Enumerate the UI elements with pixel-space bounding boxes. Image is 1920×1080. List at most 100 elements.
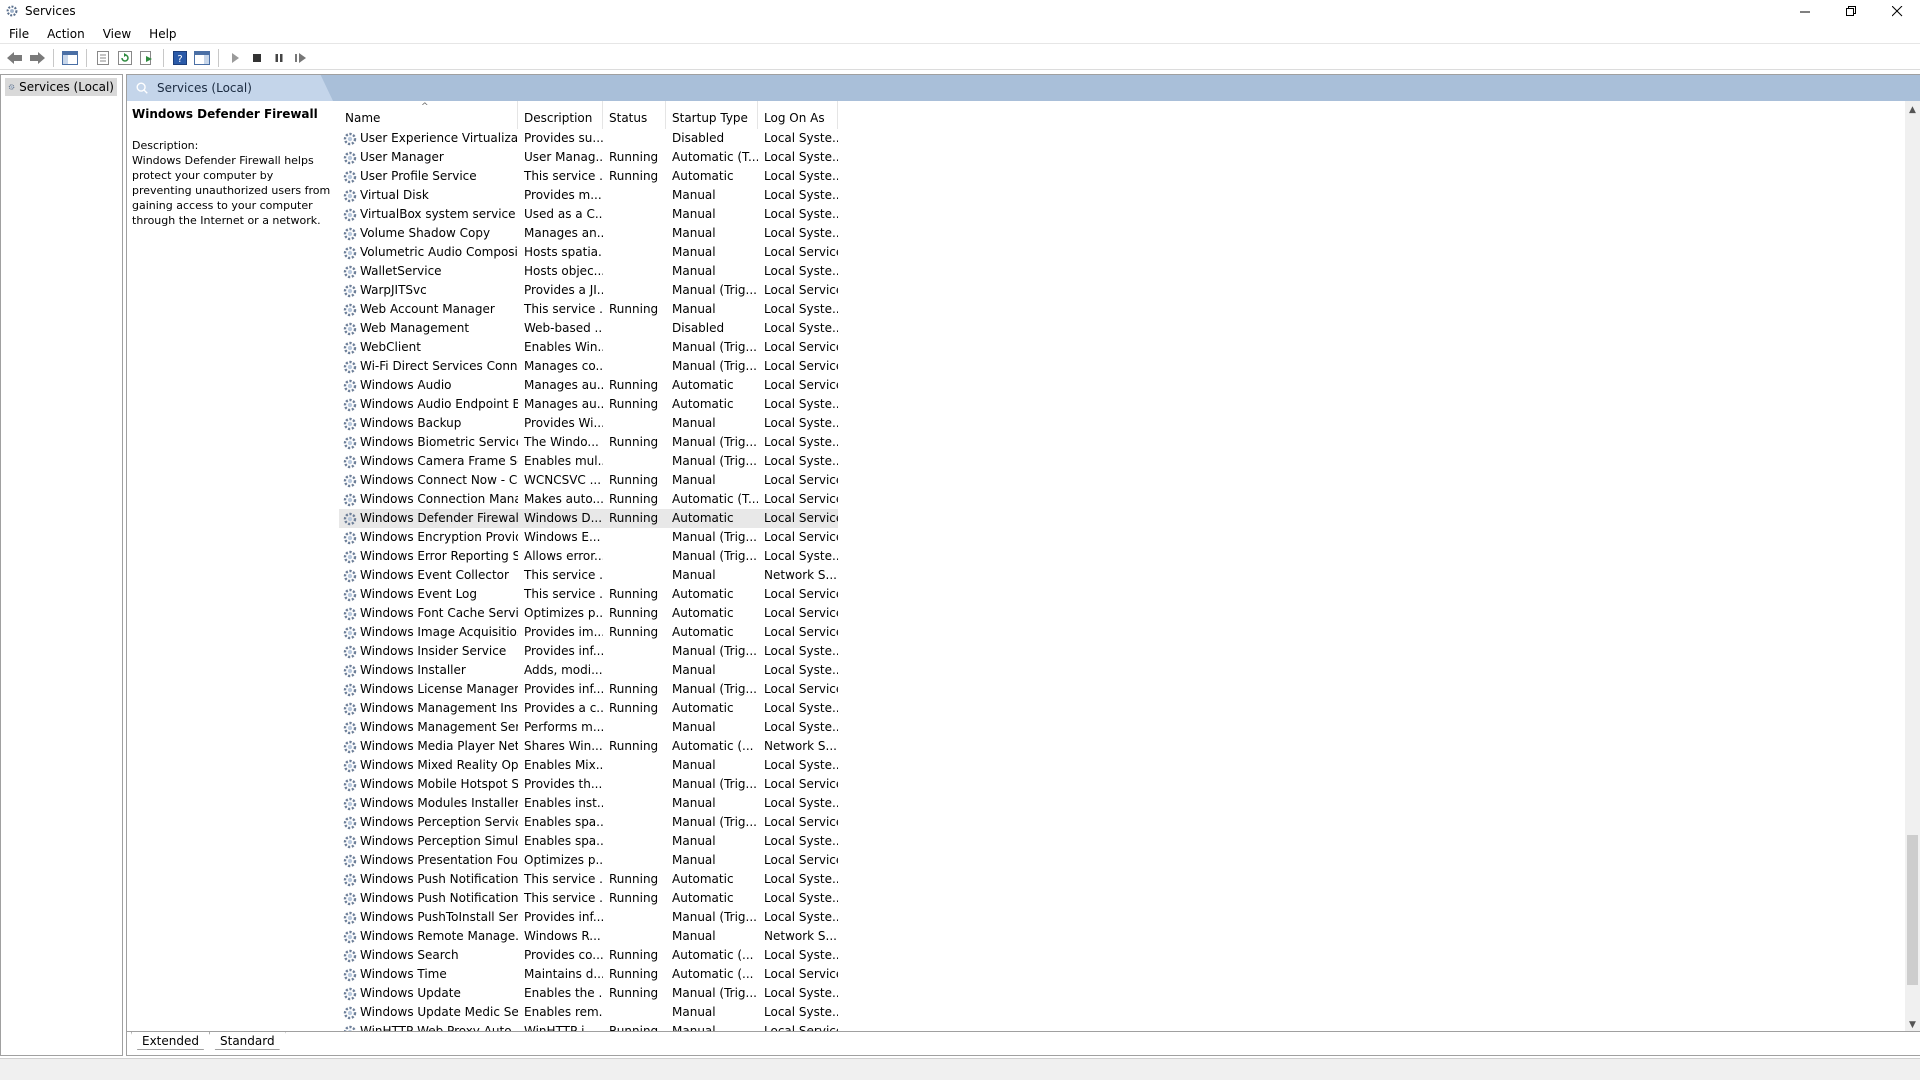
table-row[interactable]: Windows Update Medic Ser... Enables rem..… — [339, 1003, 838, 1022]
table-row[interactable]: Windows Image Acquisitio... Provides im..… — [339, 623, 838, 642]
close-button[interactable] — [1874, 0, 1920, 22]
table-row[interactable]: Web Account Manager This service ... Runni… — [339, 300, 838, 319]
table-row[interactable]: Wi-Fi Direct Services Conne... Manages co… — [339, 357, 838, 376]
forward-button[interactable] — [26, 47, 48, 69]
services-list[interactable]: Name ^ Description Status Startup Type L… — [339, 101, 1906, 1033]
table-row[interactable]: Windows Audio Endpoint B... Manages au...… — [339, 395, 838, 414]
service-description: Enables spa... — [524, 834, 603, 848]
table-row[interactable]: Windows Remote Manage... Windows R... Manu… — [339, 927, 838, 946]
restart-service-button[interactable] — [290, 47, 312, 69]
column-header-name[interactable]: Name ^ — [339, 101, 518, 129]
service-log-on-as: Network S... — [764, 568, 837, 582]
restore-button[interactable] — [1828, 0, 1874, 22]
menu-action[interactable]: Action — [38, 24, 94, 44]
show-hide-console-tree-button[interactable] — [59, 47, 81, 69]
column-header-log-on-as[interactable]: Log On As — [758, 101, 838, 129]
stop-service-button[interactable] — [246, 47, 268, 69]
panel-title: Services (Local) — [157, 81, 252, 95]
export-list-button[interactable] — [136, 47, 158, 69]
table-row[interactable]: Windows Update Enables the ... Running Manu… — [339, 984, 838, 1003]
service-name: Windows Audio Endpoint B... — [360, 397, 518, 411]
service-log-on-as: Local Service — [764, 777, 838, 791]
column-header-description[interactable]: Description — [518, 101, 603, 129]
table-row[interactable]: Windows Media Player Net... Shares Win...… — [339, 737, 838, 756]
table-row[interactable]: Windows Error Reporting Se... Allows erro… — [339, 547, 838, 566]
table-row[interactable]: User Profile Service This service ... Runn… — [339, 167, 838, 186]
table-row[interactable]: Windows Defender Firewall Windows D... Run… — [339, 509, 838, 528]
tab-standard[interactable]: Standard — [209, 1032, 286, 1050]
table-row[interactable]: Windows Perception Service Enables spa...… — [339, 813, 838, 832]
table-row[interactable]: Windows Event Collector This service ... M… — [339, 566, 838, 585]
help-button[interactable]: ? — [169, 47, 191, 69]
show-action-pane-button[interactable] — [191, 47, 213, 69]
table-row[interactable]: User Experience Virtualizati... Provides … — [339, 129, 838, 148]
pause-service-button[interactable] — [268, 47, 290, 69]
table-row[interactable]: Windows Camera Frame Se... Enables mul...… — [339, 452, 838, 471]
table-row[interactable]: Windows Time Maintains d... Running Automat… — [339, 965, 838, 984]
service-status: Running — [609, 739, 659, 753]
menu-view[interactable]: View — [94, 24, 140, 44]
table-row[interactable]: Windows Backup Provides Wi... Manual Local … — [339, 414, 838, 433]
table-row[interactable]: Windows Encryption Provid... Windows E...… — [339, 528, 838, 547]
table-row[interactable]: Windows Management Ser... Performs m... Ma… — [339, 718, 838, 737]
service-description: Shares Win... — [524, 739, 603, 753]
table-row[interactable]: Windows Audio Manages au... Running Automat… — [339, 376, 838, 395]
table-row[interactable]: Windows Search Provides co... Running Autom… — [339, 946, 838, 965]
table-row[interactable]: Windows Modules Installer Enables inst...… — [339, 794, 838, 813]
table-row[interactable]: Windows Management Inst... Provides a c..… — [339, 699, 838, 718]
table-row[interactable]: Windows Push Notification... This service… — [339, 870, 838, 889]
vertical-scrollbar[interactable]: ▲ ▼ — [1905, 101, 1920, 1033]
table-row[interactable]: Windows Perception Simul... Enables spa..… — [339, 832, 838, 851]
service-gear-icon — [343, 1006, 357, 1019]
table-row[interactable]: WebClient Enables Win... Manual (Trig... Lo… — [339, 338, 838, 357]
table-row[interactable]: User Manager User Manag... Running Automati… — [339, 148, 838, 167]
description-text: Windows Defender Firewall helps protect … — [132, 154, 331, 227]
service-name: Windows Biometric Service — [360, 435, 518, 449]
table-row[interactable]: Windows Connection Mana... Makes auto... R… — [339, 490, 838, 509]
table-row[interactable]: Windows Event Log This service ... Running… — [339, 585, 838, 604]
scroll-thumb[interactable] — [1907, 835, 1918, 985]
tab-extended[interactable]: Extended — [131, 1032, 210, 1050]
table-row[interactable]: WalletService Hosts objec... Manual Local S… — [339, 262, 838, 281]
table-row[interactable]: WarpJITSvc Provides a JI... Manual (Trig..… — [339, 281, 838, 300]
minimize-button[interactable] — [1782, 0, 1828, 22]
table-row[interactable]: VirtualBox system service Used as a C... M… — [339, 205, 838, 224]
service-status — [603, 813, 666, 832]
start-service-button[interactable] — [224, 47, 246, 69]
column-header-label: Description — [524, 111, 593, 125]
service-gear-icon — [343, 835, 357, 848]
table-row[interactable]: Web Management Web-based ... Disabled Local… — [339, 319, 838, 338]
table-row[interactable]: Windows Font Cache Service Optimizes p...… — [339, 604, 838, 623]
service-log-on-as: Local Syste... — [764, 910, 838, 924]
column-header-status[interactable]: Status — [603, 101, 666, 129]
table-row[interactable]: Windows Push Notification... This service… — [339, 889, 838, 908]
table-row[interactable]: Windows Connect Now - C... WCNCSVC ... Run… — [339, 471, 838, 490]
scroll-up-icon[interactable]: ▲ — [1905, 101, 1920, 118]
back-button[interactable] — [4, 47, 26, 69]
table-row[interactable]: Windows Presentation Fou... Optimizes p..… — [339, 851, 838, 870]
table-row[interactable]: Windows Biometric Service The Windo... Run… — [339, 433, 838, 452]
table-row[interactable]: Volume Shadow Copy Manages an... Manual Loc… — [339, 224, 838, 243]
menu-file[interactable]: File — [0, 24, 38, 44]
service-status — [603, 357, 666, 376]
service-name: Windows Image Acquisitio... — [360, 625, 518, 639]
service-name-cell: Windows Insider Service — [339, 642, 518, 661]
table-row[interactable]: Volumetric Audio Composit... Hosts spatia… — [339, 243, 838, 262]
properties-button[interactable] — [92, 47, 114, 69]
table-row[interactable]: Windows Insider Service Provides inf... Ma… — [339, 642, 838, 661]
service-log-on-as: Local Syste... — [764, 986, 838, 1000]
service-startup-type: Manual (Trig... — [672, 359, 757, 373]
menu-help[interactable]: Help — [140, 24, 185, 44]
table-row[interactable]: Windows Mobile Hotspot S... Provides th..… — [339, 775, 838, 794]
table-row[interactable]: Windows Mixed Reality Op... Enables Mix..… — [339, 756, 838, 775]
table-row[interactable]: Windows PushToInstall Serv... Provides in… — [339, 908, 838, 927]
service-name: Windows Perception Simul... — [360, 834, 518, 848]
tree-item-services-local[interactable]: Services (Local) — [5, 78, 117, 96]
table-row[interactable]: Virtual Disk Provides m... Manual Local Sys… — [339, 186, 838, 205]
service-gear-icon — [343, 968, 357, 981]
service-name: User Profile Service — [360, 169, 477, 183]
table-row[interactable]: Windows Installer Adds, modi... Manual Loca… — [339, 661, 838, 680]
refresh-button[interactable] — [114, 47, 136, 69]
column-header-startup-type[interactable]: Startup Type — [666, 101, 758, 129]
table-row[interactable]: Windows License Manager ... Provides inf.… — [339, 680, 838, 699]
